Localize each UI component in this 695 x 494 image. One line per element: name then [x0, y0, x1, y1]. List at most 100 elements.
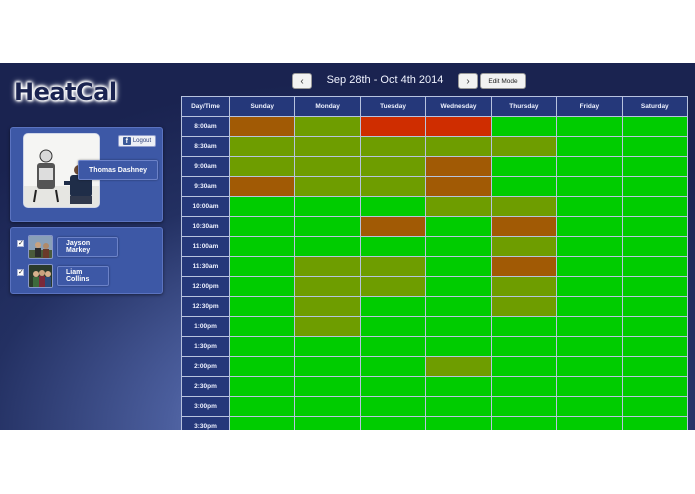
heat-cell[interactable] [557, 237, 622, 256]
heat-cell[interactable] [622, 117, 687, 136]
heat-cell[interactable] [360, 277, 426, 296]
heat-cell[interactable] [230, 257, 295, 276]
heat-cell[interactable] [426, 217, 491, 236]
heat-cell[interactable] [360, 177, 426, 196]
friend-checkbox[interactable]: ✓ [17, 240, 24, 247]
prev-week-button[interactable]: ‹ [292, 73, 312, 89]
heat-cell[interactable] [426, 237, 491, 256]
heat-cell[interactable] [230, 377, 295, 396]
heat-cell[interactable] [491, 117, 557, 136]
heat-cell[interactable] [491, 357, 557, 376]
heat-cell[interactable] [426, 317, 491, 336]
heat-cell[interactable] [557, 317, 622, 336]
friend-checkbox[interactable]: ✓ [17, 269, 24, 276]
heat-cell[interactable] [295, 117, 360, 136]
next-week-button[interactable]: › [458, 73, 478, 89]
heat-cell[interactable] [360, 337, 426, 356]
heat-cell[interactable] [426, 297, 491, 316]
heat-cell[interactable] [230, 217, 295, 236]
heat-cell[interactable] [557, 397, 622, 416]
heat-cell[interactable] [557, 377, 622, 396]
heat-cell[interactable] [360, 317, 426, 336]
heat-cell[interactable] [491, 257, 557, 276]
heat-cell[interactable] [426, 137, 491, 156]
heat-cell[interactable] [360, 217, 426, 236]
heat-cell[interactable] [426, 417, 491, 430]
heat-cell[interactable] [360, 157, 426, 176]
heat-cell[interactable] [426, 377, 491, 396]
heat-cell[interactable] [557, 197, 622, 216]
heat-cell[interactable] [491, 237, 557, 256]
logout-button[interactable]: f Logout [118, 135, 156, 147]
heat-cell[interactable] [622, 397, 687, 416]
heat-cell[interactable] [230, 237, 295, 256]
heat-cell[interactable] [426, 357, 491, 376]
heat-cell[interactable] [295, 277, 360, 296]
heat-cell[interactable] [491, 177, 557, 196]
heat-cell[interactable] [360, 297, 426, 316]
heat-cell[interactable] [295, 417, 360, 430]
heat-cell[interactable] [557, 177, 622, 196]
heat-cell[interactable] [295, 197, 360, 216]
heat-cell[interactable] [360, 397, 426, 416]
heat-cell[interactable] [295, 177, 360, 196]
heat-cell[interactable] [491, 137, 557, 156]
heat-cell[interactable] [295, 297, 360, 316]
heat-cell[interactable] [426, 197, 491, 216]
heat-cell[interactable] [295, 397, 360, 416]
heat-cell[interactable] [622, 377, 687, 396]
heat-cell[interactable] [491, 417, 557, 430]
heat-cell[interactable] [230, 137, 295, 156]
heat-cell[interactable] [557, 157, 622, 176]
heat-cell[interactable] [230, 277, 295, 296]
edit-mode-button[interactable]: Edit Mode [480, 73, 526, 89]
heat-cell[interactable] [557, 137, 622, 156]
heat-cell[interactable] [230, 357, 295, 376]
heat-cell[interactable] [557, 337, 622, 356]
heat-cell[interactable] [295, 237, 360, 256]
heat-cell[interactable] [622, 277, 687, 296]
heat-cell[interactable] [360, 257, 426, 276]
heat-cell[interactable] [360, 377, 426, 396]
heat-cell[interactable] [622, 177, 687, 196]
heat-cell[interactable] [360, 117, 426, 136]
heat-cell[interactable] [491, 337, 557, 356]
heat-cell[interactable] [622, 357, 687, 376]
heat-cell[interactable] [295, 377, 360, 396]
heat-cell[interactable] [295, 157, 360, 176]
heat-cell[interactable] [557, 417, 622, 430]
heat-cell[interactable] [622, 237, 687, 256]
heat-cell[interactable] [230, 317, 295, 336]
heat-cell[interactable] [360, 357, 426, 376]
heat-cell[interactable] [295, 217, 360, 236]
heat-cell[interactable] [295, 337, 360, 356]
heat-cell[interactable] [491, 277, 557, 296]
heat-cell[interactable] [622, 337, 687, 356]
heat-cell[interactable] [557, 217, 622, 236]
heat-cell[interactable] [230, 197, 295, 216]
heat-cell[interactable] [230, 397, 295, 416]
heat-cell[interactable] [557, 117, 622, 136]
heat-cell[interactable] [622, 297, 687, 316]
heat-cell[interactable] [622, 257, 687, 276]
heat-cell[interactable] [230, 177, 295, 196]
heat-cell[interactable] [491, 377, 557, 396]
heat-cell[interactable] [557, 257, 622, 276]
heat-cell[interactable] [426, 157, 491, 176]
heat-cell[interactable] [230, 417, 295, 430]
heat-cell[interactable] [426, 117, 491, 136]
heat-cell[interactable] [622, 417, 687, 430]
heat-cell[interactable] [622, 197, 687, 216]
heat-cell[interactable] [295, 317, 360, 336]
heat-cell[interactable] [426, 257, 491, 276]
heat-cell[interactable] [491, 317, 557, 336]
heat-cell[interactable] [491, 217, 557, 236]
heat-cell[interactable] [557, 297, 622, 316]
heat-cell[interactable] [426, 277, 491, 296]
heat-cell[interactable] [230, 117, 295, 136]
heat-cell[interactable] [230, 297, 295, 316]
heat-cell[interactable] [426, 337, 491, 356]
heat-cell[interactable] [491, 157, 557, 176]
heat-cell[interactable] [230, 157, 295, 176]
heat-cell[interactable] [622, 157, 687, 176]
